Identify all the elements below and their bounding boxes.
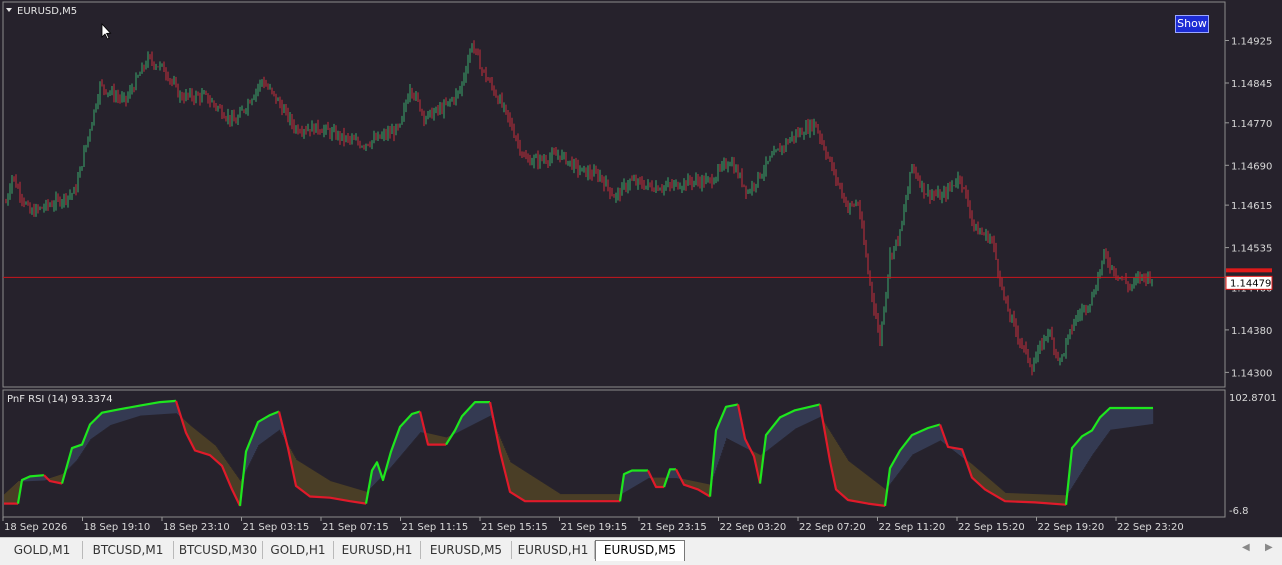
current-price-label: 1.14479	[1230, 278, 1271, 289]
time-tick-label: 18 Sep 23:10	[163, 522, 230, 533]
time-tick-label: 21 Sep 19:15	[561, 522, 628, 533]
time-tick-label: 18 Sep 19:10	[84, 522, 151, 533]
symbol-tab[interactable]: EURUSD,H1	[334, 541, 421, 559]
rsi-tick-label: -6.8	[1229, 506, 1249, 517]
chart-window: 1.14925 1.14845 1.14770 1.14690 1.14615 1.145…	[0, 0, 1282, 565]
time-tick-label: 21 Sep 07:15	[322, 522, 389, 533]
symbol-tab[interactable]: BTCUSD,M30	[174, 541, 263, 559]
chevron-right-icon[interactable]: ▶	[1265, 542, 1273, 553]
symbol-tab[interactable]: EURUSD,H1	[512, 541, 595, 559]
time-tick-label: 22 Sep 19:20	[1038, 522, 1105, 533]
show-button[interactable]: Show	[1175, 15, 1209, 33]
indicator-label: PnF RSI (14) 93.3374	[7, 394, 113, 405]
time-tick-label: 22 Sep 11:20	[879, 522, 946, 533]
time-tick-label: 22 Sep 15:20	[958, 522, 1025, 533]
symbol-tab-bar: ◀ ▶ GOLD,M1 BTCUSD,M1 BTCUSD,M30 GOLD,H1 EUR…	[0, 537, 1282, 565]
symbol-tab[interactable]: EURUSD,M5	[421, 541, 512, 559]
time-tick-label: 22 Sep 07:20	[799, 522, 866, 533]
price-axis: 1.14925 1.14845 1.14770 1.14690 1.14615 1.145…	[1225, 37, 1272, 379]
chart-title: EURUSD,M5	[17, 6, 77, 17]
price-tick-label: 1.14535	[1231, 244, 1272, 255]
price-marker-flag	[1226, 268, 1272, 273]
time-tick-label: 22 Sep 23:20	[1117, 522, 1184, 533]
price-tick-label: 1.14925	[1231, 37, 1272, 48]
time-tick-label: 22 Sep 03:20	[720, 522, 787, 533]
time-tick-label: 21 Sep 11:15	[402, 522, 469, 533]
rsi-fill-slice	[1152, 407, 1154, 424]
time-tick-label: 18 Sep 2026	[4, 522, 67, 533]
price-tick-label: 1.14380	[1231, 326, 1272, 337]
symbol-tab[interactable]: EURUSD,M5	[595, 540, 685, 561]
time-tick-label: 21 Sep 23:15	[640, 522, 707, 533]
symbol-tab[interactable]: GOLD,H1	[263, 541, 334, 559]
price-tick-label: 1.14770	[1231, 119, 1272, 130]
time-tick-label: 21 Sep 03:15	[243, 522, 310, 533]
symbol-tab[interactable]: BTCUSD,M1	[83, 541, 174, 559]
price-tick-label: 1.14690	[1231, 161, 1272, 172]
chevron-left-icon[interactable]: ◀	[1242, 542, 1250, 553]
symbol-tab[interactable]: GOLD,M1	[2, 541, 83, 559]
price-tick-label: 1.14300	[1231, 368, 1272, 379]
price-tick-label: 1.14845	[1231, 79, 1272, 90]
chart-canvas[interactable]: 1.14925 1.14845 1.14770 1.14690 1.14615 1.145…	[0, 0, 1282, 537]
price-tick-label: 1.14615	[1231, 201, 1272, 212]
time-tick-label: 21 Sep 15:15	[481, 522, 548, 533]
rsi-tick-label: 102.8701	[1229, 393, 1277, 404]
